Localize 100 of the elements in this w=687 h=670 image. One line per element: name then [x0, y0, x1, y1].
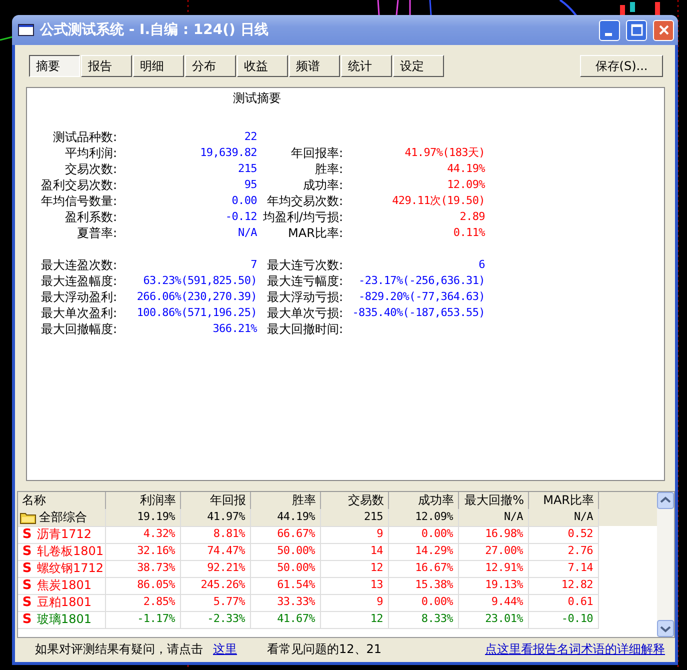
column-header[interactable]: 年回报 [181, 492, 251, 509]
here-link[interactable]: 这里 [213, 640, 237, 658]
tab[interactable]: 统计 [341, 55, 392, 77]
table-cell: 12 [321, 611, 389, 629]
scrollbar[interactable] [657, 492, 674, 637]
column-header[interactable]: 胜率 [251, 492, 321, 509]
stat-label: 最大回撤幅度: [40, 321, 117, 337]
tab[interactable]: 频谱 [289, 55, 340, 77]
column-header[interactable]: 利润率 [106, 492, 181, 509]
minimize-button[interactable] [599, 20, 620, 40]
tab[interactable]: 摘要 [29, 55, 80, 77]
stat-label: 交易次数: [64, 161, 117, 177]
column-header[interactable]: MAR比率 [529, 492, 599, 509]
stat-value: 266.06%(230,270.39) [136, 289, 257, 305]
short-marker: S [21, 595, 33, 610]
scroll-down-icon[interactable] [657, 620, 674, 637]
stat-value: 63.23%(591,825.50) [142, 273, 257, 289]
stat-value: 100.86%(571,196.25) [136, 305, 257, 321]
table-cell: 8.33% [389, 611, 459, 629]
window-icon [18, 24, 34, 36]
table-cell: 23.01% [459, 611, 529, 629]
table-cell: 41.67% [251, 611, 321, 629]
stat-value: 19,639.82 [199, 145, 257, 161]
maximize-button[interactable] [626, 20, 647, 40]
stat-value: -835.40%(-187,653.55) [351, 305, 485, 321]
maximize-icon [630, 24, 642, 36]
column-header[interactable]: 名称 [18, 492, 106, 509]
stat-value: -23.17%(-256,636.31) [358, 273, 485, 289]
stat-value: 22 [243, 129, 257, 145]
stat-label: 最大浮动亏损: [266, 289, 343, 305]
stat-value: -0.12 [224, 209, 257, 225]
faq-note: 看常见问题的12、21 [267, 640, 382, 658]
help-text: 如果对评测结果有疑问，请点击 [35, 640, 203, 658]
stat-label: 最大连盈次数: [40, 257, 117, 273]
minimize-icon [604, 32, 612, 36]
short-marker: S [21, 578, 33, 593]
close-icon [658, 24, 670, 36]
short-marker: S [21, 544, 33, 559]
instrument-name: 豆粕1801 [37, 594, 92, 611]
instrument-name: 全部综合 [39, 509, 87, 526]
short-marker: S [21, 527, 33, 542]
tab[interactable]: 设定 [393, 55, 444, 77]
stat-value: 7 [250, 257, 257, 273]
stat-value: 2.89 [458, 209, 485, 225]
stat-label: 测试品种数: [52, 129, 117, 145]
stat-value: -829.20%(-77,364.63) [358, 289, 485, 305]
stat-label: 最大连亏次数: [266, 257, 343, 273]
stat-label: 胜率: [314, 161, 343, 177]
scroll-up-icon[interactable] [657, 492, 674, 509]
stat-label: 盈利交易次数: [40, 177, 117, 193]
stat-value: 6 [478, 257, 485, 273]
stat-label: 年均信号数量: [40, 193, 117, 209]
tab[interactable]: 分布 [185, 55, 236, 77]
save-button[interactable]: 保存(S)... [580, 55, 663, 77]
short-marker: S [21, 612, 33, 627]
stat-label: 最大单次盈利: [40, 305, 117, 321]
instrument-name: 玻璃1801 [37, 611, 92, 628]
stat-label: 平均利润: [64, 145, 117, 161]
stat-label: 最大浮动盈利: [40, 289, 117, 305]
stat-label: 最大单次亏损: [266, 305, 343, 321]
instrument-name: 螺纹钢1712 [37, 560, 104, 577]
stat-label: 均盈利/均亏损: [262, 209, 343, 225]
table-cell: -0.10 [529, 611, 599, 629]
table-cell: -2.33% [181, 611, 251, 629]
stat-value: 0.11% [452, 225, 485, 241]
tab[interactable]: 明细 [133, 55, 184, 77]
stat-label: 年均交易次数: [266, 193, 343, 209]
table-cell: -1.17% [106, 611, 181, 629]
close-button[interactable] [653, 20, 674, 40]
tab[interactable]: 报告 [81, 55, 132, 77]
stat-label: 最大回撤时间: [266, 321, 343, 337]
stat-label: 夏普率: [76, 225, 117, 241]
stat-label: MAR比率: [287, 225, 343, 241]
column-header[interactable]: 成功率 [389, 492, 459, 509]
stat-value: 215 [237, 161, 257, 177]
stat-value: 366.21% [212, 321, 257, 337]
column-header[interactable]: 交易数 [321, 492, 389, 509]
table-row[interactable]: 全部综合 19.19% 41.97% 44.19% 215 12.09% N/A N/A [18, 509, 657, 526]
stat-value: N/A [237, 225, 257, 241]
short-marker: S [21, 561, 33, 576]
summary-title: 测试摘要 [233, 91, 281, 105]
instrument-name: 焦炭1801 [37, 577, 92, 594]
stat-label: 盈利系数: [64, 209, 117, 225]
stat-value: 44.19% [446, 161, 485, 177]
stat-label: 成功率: [302, 177, 343, 193]
stat-value: 429.11次(19.50) [391, 193, 485, 209]
stat-value: 12.09% [446, 177, 485, 193]
stat-label: 最大连盈幅度: [40, 273, 117, 289]
instrument-name: 沥青1712 [37, 526, 92, 543]
instrument-name: 轧卷板1801 [37, 543, 104, 560]
stat-label: 年回报率: [290, 145, 343, 161]
folder-icon [20, 511, 36, 524]
column-header[interactable]: 最大回撤% [459, 492, 529, 509]
glossary-link[interactable]: 点这里看报告名词术语的详细解释 [485, 640, 665, 658]
window-title: 公式测试系统 - I.自编 : 124() 日线 [40, 21, 270, 39]
stat-value: 0.00 [230, 193, 257, 209]
stat-value: 95 [243, 177, 257, 193]
stat-label: 最大连亏幅度: [266, 273, 343, 289]
stat-value: 41.97%(183天) [404, 145, 485, 161]
tab[interactable]: 收益 [237, 55, 288, 77]
